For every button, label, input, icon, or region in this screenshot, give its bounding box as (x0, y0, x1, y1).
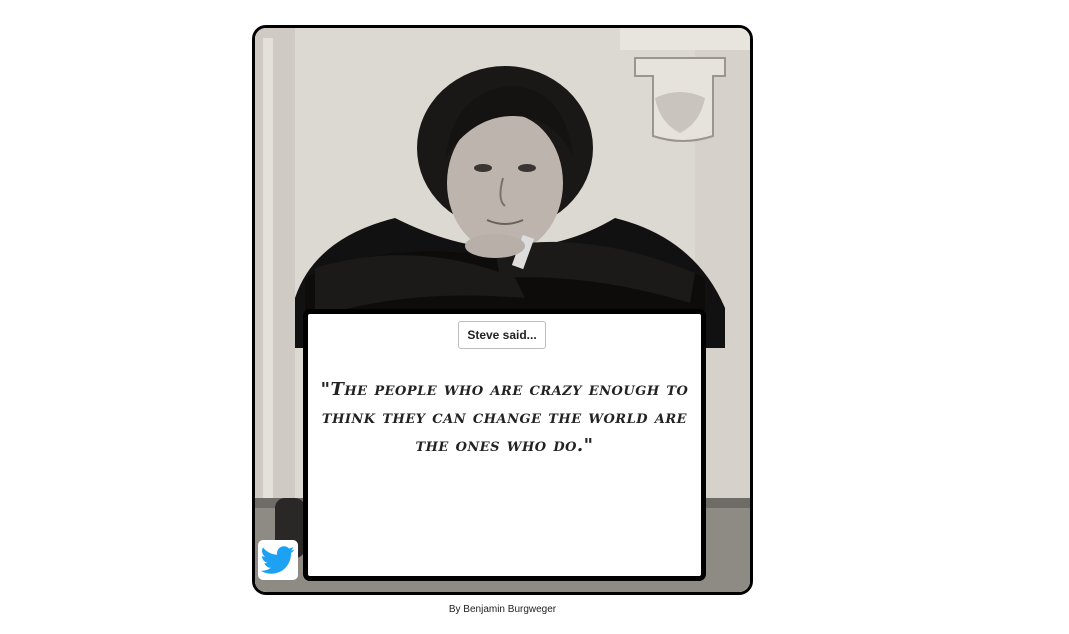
new-quote-button[interactable]: Steve said... (458, 321, 546, 349)
credit-text: By Benjamin Burgweger (448, 604, 557, 615)
quote-card: Steve said... "The people who are crazy … (252, 25, 753, 595)
tweet-button[interactable] (258, 540, 298, 580)
footer-credit: By Benjamin Burgweger (252, 604, 753, 615)
twitter-bird-icon (261, 546, 295, 574)
quote-text: "The people who are crazy enough to thin… (320, 379, 689, 456)
quote-box: Steve said... "The people who are crazy … (303, 309, 706, 581)
page: Steve said... "The people who are crazy … (0, 0, 1069, 634)
